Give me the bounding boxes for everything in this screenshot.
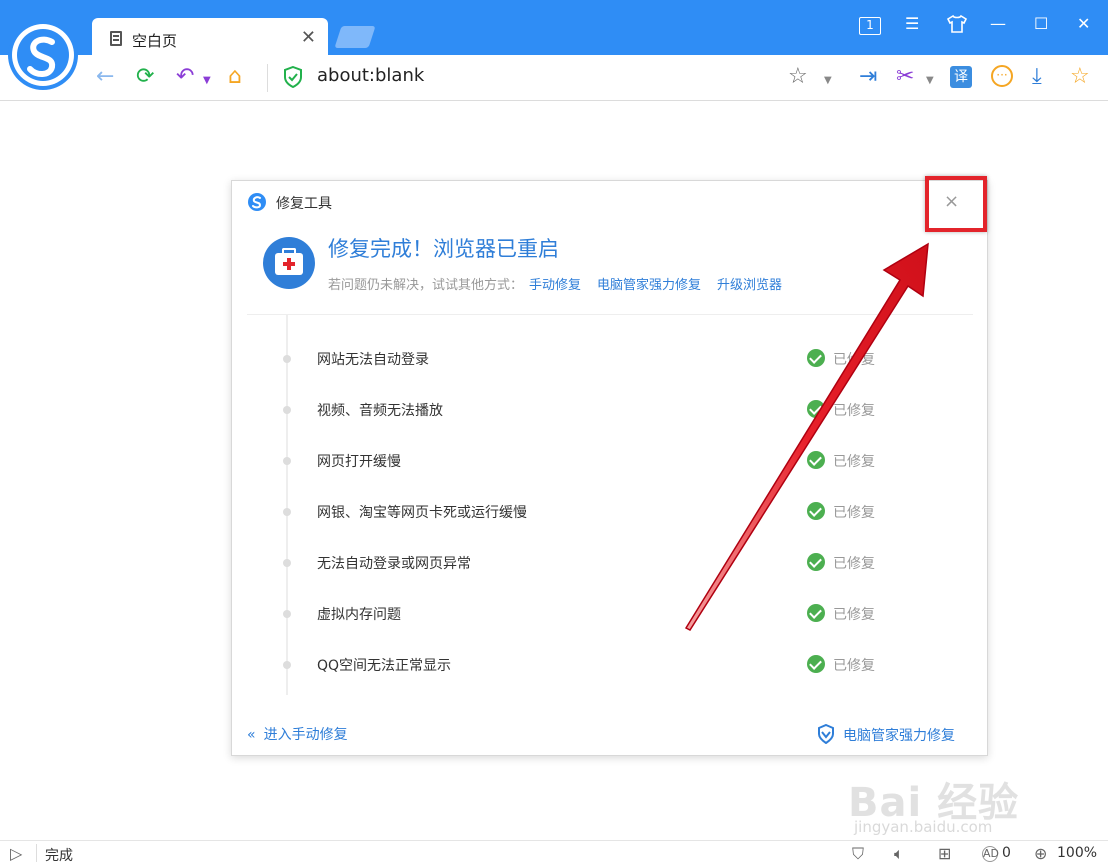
browser-logo-icon[interactable] bbox=[8, 20, 78, 90]
item-status: 已修复 bbox=[833, 454, 875, 470]
item-label: 网页打开缓慢 bbox=[317, 454, 401, 470]
nav-separator bbox=[267, 64, 268, 92]
dialog-title: 修复工具 bbox=[276, 196, 332, 212]
repair-subline: 若问题仍未解决，试试其他方式： 手动修复 电脑管家强力修复 升级浏览器 bbox=[328, 274, 792, 293]
divider bbox=[247, 314, 973, 315]
list-item: 网页打开缓慢 已修复 bbox=[232, 446, 989, 476]
tab-active[interactable]: 空白页 ✕ bbox=[92, 18, 328, 56]
check-icon bbox=[807, 349, 825, 367]
tab-count-icon[interactable]: 1 bbox=[859, 17, 881, 35]
double-chevron-left-icon: « bbox=[247, 727, 256, 743]
translate-icon[interactable]: 译 bbox=[950, 66, 972, 88]
home-icon[interactable]: ⌂ bbox=[228, 63, 242, 91]
item-status: 已修复 bbox=[833, 403, 875, 419]
undo-icon[interactable]: ↶ bbox=[176, 63, 194, 91]
close-highlight-box bbox=[925, 176, 987, 232]
maximize-icon[interactable]: ☐ bbox=[1034, 14, 1048, 33]
subline-prefix: 若问题仍未解决，试试其他方式： bbox=[328, 278, 524, 293]
item-status: 已修复 bbox=[833, 352, 875, 368]
list-item: 网银、淘宝等网页卡死或运行缓慢 已修复 bbox=[232, 497, 989, 527]
refresh-icon[interactable]: ⟳ bbox=[136, 63, 154, 91]
item-label: 网站无法自动登录 bbox=[317, 352, 429, 368]
list-item: 视频、音频无法播放 已修复 bbox=[232, 395, 989, 425]
ad-count: 0 bbox=[1002, 845, 1011, 861]
item-status: 已修复 bbox=[833, 505, 875, 521]
zoom-level[interactable]: 100% bbox=[1057, 845, 1097, 861]
upgrade-browser-link[interactable]: 升级浏览器 bbox=[717, 278, 782, 293]
list-item: 网站无法自动登录 已修复 bbox=[232, 344, 989, 374]
address-bar-input[interactable]: about:blank bbox=[317, 65, 424, 86]
scissors-dropdown-icon[interactable]: ▼ bbox=[926, 67, 934, 95]
item-status: 已修复 bbox=[833, 607, 875, 623]
manual-repair-link[interactable]: 手动修复 bbox=[529, 278, 581, 293]
secure-shield-icon[interactable] bbox=[283, 66, 303, 88]
tab-close-icon[interactable]: ✕ bbox=[301, 27, 316, 48]
list-item: QQ空间无法正常显示 已修复 bbox=[232, 650, 989, 680]
pc-manager-repair-label: 电脑管家强力修复 bbox=[843, 728, 955, 744]
more-icon[interactable]: ··· bbox=[991, 65, 1013, 87]
check-icon bbox=[807, 553, 825, 571]
extension-icon[interactable]: ⊞ bbox=[938, 844, 951, 863]
minimize-icon[interactable]: — bbox=[990, 14, 1006, 33]
check-icon bbox=[807, 604, 825, 622]
page-icon bbox=[110, 31, 122, 46]
undo-dropdown-icon[interactable]: ▼ bbox=[203, 67, 211, 95]
zoom-icon[interactable]: ⊕ bbox=[1034, 844, 1047, 863]
security-shield-icon[interactable]: ⛉ bbox=[852, 844, 864, 864]
check-icon bbox=[807, 400, 825, 418]
baidu-watermark-url: jingyan.baidu.com bbox=[854, 818, 993, 836]
window-close-icon[interactable]: ✕ bbox=[1077, 14, 1090, 33]
enter-manual-repair-label: 进入手动修复 bbox=[263, 727, 348, 743]
first-aid-kit-icon bbox=[263, 237, 315, 289]
favorite-star-icon[interactable]: ☆ bbox=[788, 63, 808, 91]
back-icon[interactable]: ← bbox=[96, 63, 114, 91]
status-text: 完成 bbox=[45, 848, 73, 864]
item-label: QQ空间无法正常显示 bbox=[317, 658, 452, 674]
item-label: 虚拟内存问题 bbox=[317, 607, 401, 623]
repair-tool-dialog: 修复工具 × 修复完成！浏览器已重启 若问题仍未解决，试试其他方式： 手动修复 电脑… bbox=[231, 180, 988, 756]
download-icon[interactable]: ⤓ bbox=[1032, 63, 1042, 91]
check-icon bbox=[807, 451, 825, 469]
star-collection-icon[interactable]: ☆ bbox=[1070, 63, 1090, 91]
dialog-logo-icon bbox=[248, 193, 266, 211]
check-icon bbox=[807, 655, 825, 673]
pc-manager-repair-link[interactable]: 电脑管家强力修复 bbox=[597, 278, 701, 293]
navigation-bar: ← ⟳ ↶ ▼ ⌂ ☆ ▼ ⇥ ✂ ▼ 译 ··· ⤓ ☆ bbox=[0, 55, 1108, 101]
item-label: 视频、音频无法播放 bbox=[317, 403, 443, 419]
new-tab-button[interactable] bbox=[334, 26, 376, 48]
item-label: 网银、淘宝等网页卡死或运行缓慢 bbox=[317, 505, 527, 521]
menu-icon[interactable]: ☰ bbox=[905, 14, 919, 33]
tab-title: 空白页 bbox=[132, 32, 178, 50]
favorite-dropdown-icon[interactable]: ▼ bbox=[824, 67, 832, 95]
screenshot-scissors-icon[interactable]: ✂ bbox=[896, 63, 914, 91]
item-status: 已修复 bbox=[833, 556, 875, 572]
pc-manager-repair-button[interactable]: 电脑管家强力修复 bbox=[817, 723, 955, 745]
check-icon bbox=[807, 502, 825, 520]
skin-icon[interactable] bbox=[946, 14, 968, 38]
play-icon[interactable]: ▷ bbox=[10, 844, 22, 863]
list-item: 虚拟内存问题 已修复 bbox=[232, 599, 989, 629]
item-label: 无法自动登录或网页异常 bbox=[317, 556, 471, 572]
volume-icon[interactable]: 🔈︎ bbox=[894, 844, 904, 864]
repair-headline: 修复完成！浏览器已重启 bbox=[328, 237, 559, 261]
shield-icon bbox=[818, 723, 834, 745]
enter-manual-repair-button[interactable]: « 进入手动修复 bbox=[247, 724, 348, 744]
item-status: 已修复 bbox=[833, 658, 875, 674]
login-icon[interactable]: ⇥ bbox=[859, 63, 877, 91]
list-item: 无法自动登录或网页异常 已修复 bbox=[232, 548, 989, 578]
ad-block-icon[interactable]: AD bbox=[982, 846, 999, 862]
status-bar: ▷ 完成 ⛉ 🔈︎ ⊞ AD 0 ⊕ 100% bbox=[0, 840, 1108, 865]
